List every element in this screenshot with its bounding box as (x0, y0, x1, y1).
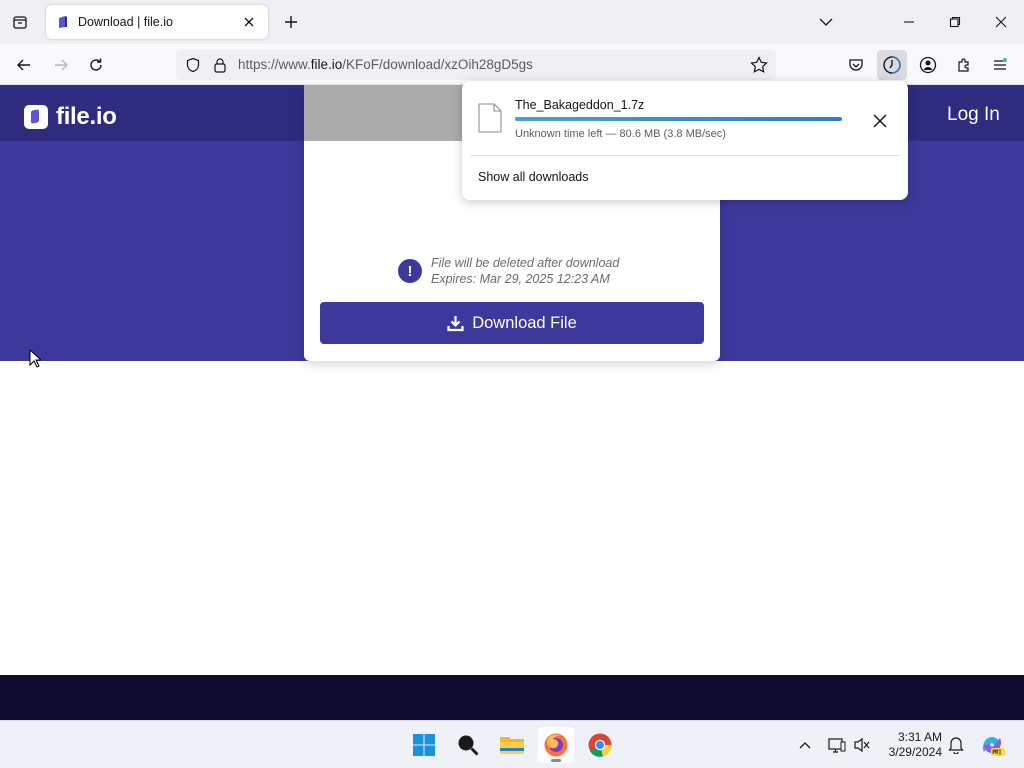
deletion-notice: ! File will be deleted after download Ex… (398, 255, 619, 287)
tab-close-icon[interactable] (240, 13, 258, 31)
taskbar-clock[interactable]: 3:31 AM 3/29/2024 (884, 730, 942, 760)
lock-icon[interactable] (213, 57, 227, 78)
app-menu-hamburger-icon[interactable] (985, 50, 1015, 80)
panel-divider (470, 155, 900, 156)
fileio-logo[interactable]: file.io (24, 103, 117, 131)
windows-taskbar: 3:31 AM 3/29/2024 (0, 720, 1024, 768)
show-all-downloads-link[interactable]: Show all downloads (478, 170, 589, 184)
back-arrow-icon[interactable] (9, 50, 39, 80)
mouse-cursor-icon (29, 348, 43, 373)
list-all-tabs-icon[interactable] (803, 0, 849, 44)
login-link[interactable]: Log In (947, 104, 1000, 126)
download-file-button[interactable]: Download File (320, 302, 704, 344)
volume-muted-icon[interactable] (850, 733, 874, 757)
logo-text: file.io (56, 103, 117, 130)
copilot-preview-icon[interactable] (979, 732, 1005, 758)
bookmark-star-icon[interactable] (750, 56, 768, 79)
downloads-panel: The_Bakageddon_1.7z Unknown time left — … (462, 81, 908, 200)
clock-time: 3:31 AM (897, 730, 942, 744)
exclamation-icon: ! (398, 259, 422, 283)
windows-start-icon[interactable] (406, 727, 442, 763)
download-arrow-icon (447, 315, 464, 332)
notification-bell-icon[interactable] (944, 733, 968, 757)
browser-tab-active[interactable]: Download | file.io (46, 5, 268, 39)
browser-navigation-bar: https://www.file.io/KFoF/download/xzOih2… (0, 44, 1024, 85)
cancel-download-icon[interactable] (866, 107, 894, 135)
notice-delete-text: File will be deleted after download (431, 256, 620, 270)
show-hidden-icons-chevron-icon[interactable] (793, 733, 817, 757)
download-file-name[interactable]: The_Bakageddon_1.7z (515, 98, 644, 112)
search-icon[interactable] (450, 727, 486, 763)
url-text[interactable]: https://www.file.io/KFoF/download/xzOih2… (238, 57, 533, 72)
fileio-favicon-icon (56, 15, 70, 29)
download-progress-bar (515, 117, 842, 121)
download-progress-fill (515, 117, 842, 121)
extensions-puzzle-icon[interactable] (949, 50, 979, 80)
reload-icon[interactable] (81, 50, 111, 80)
downloads-progress-icon[interactable] (877, 50, 907, 80)
fileio-logo-icon (24, 105, 48, 129)
clock-date: 3/29/2024 (888, 745, 942, 759)
forward-arrow-icon[interactable] (46, 50, 76, 80)
pocket-icon[interactable] (841, 50, 871, 80)
url-bar[interactable]: https://www.file.io/KFoF/download/xzOih2… (176, 50, 776, 80)
file-icon (478, 103, 502, 138)
active-app-indicator (551, 759, 561, 762)
account-icon[interactable] (913, 50, 943, 80)
site-footer (0, 675, 1024, 720)
new-tab-button[interactable] (278, 8, 304, 36)
close-window-button[interactable] (978, 0, 1024, 44)
firefox-icon[interactable] (538, 727, 574, 763)
restore-window-button[interactable] (932, 0, 978, 44)
chrome-icon[interactable] (582, 727, 618, 763)
tab-list-icon[interactable] (6, 8, 34, 36)
network-display-icon[interactable] (825, 733, 849, 757)
notice-expires-text: Expires: Mar 29, 2025 12:23 AM (431, 272, 610, 286)
file-explorer-icon[interactable] (494, 727, 530, 763)
download-button-label: Download File (472, 313, 577, 332)
minimize-window-button[interactable] (886, 0, 932, 44)
tab-title: Download | file.io (78, 15, 173, 29)
download-status-text: Unknown time left — 80.6 MB (3.8 MB/sec) (515, 128, 726, 140)
browser-tab-bar: Download | file.io (0, 0, 1024, 44)
tracking-protection-shield-icon[interactable] (185, 57, 201, 78)
